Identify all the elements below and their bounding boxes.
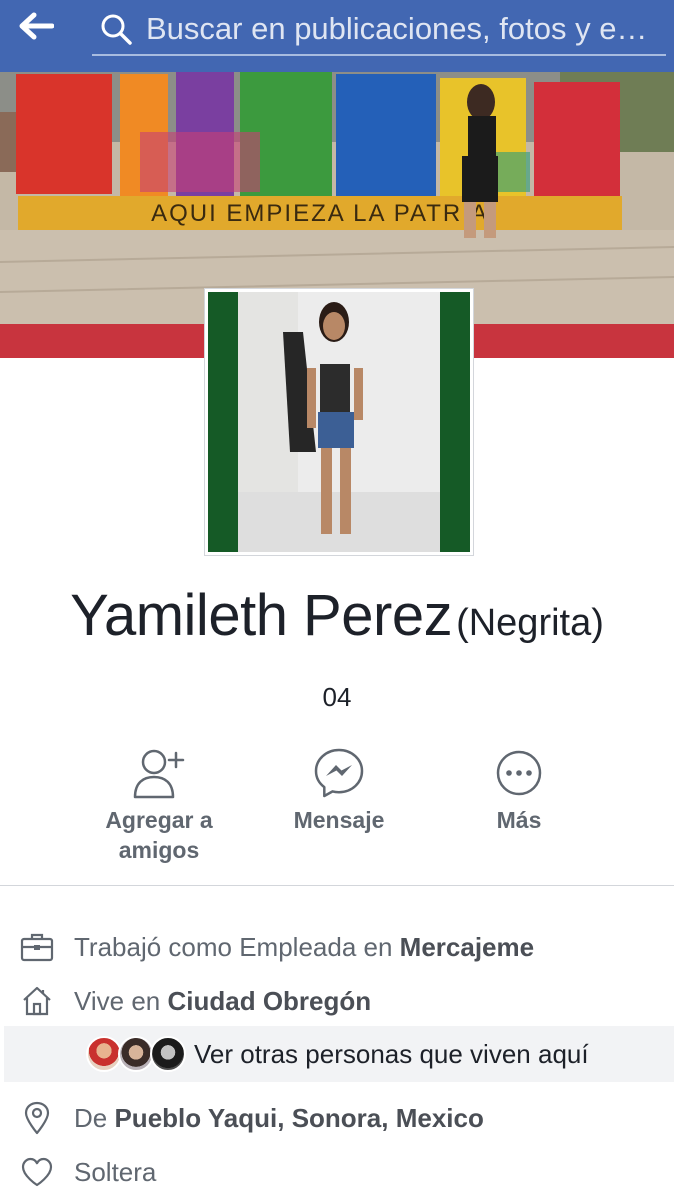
avatar [150, 1036, 186, 1072]
work-info: Trabajó como Empleada en Mercajeme [0, 920, 674, 974]
avatar [118, 1036, 154, 1072]
work-prefix: Trabajó como Empleada en [74, 931, 400, 962]
message-button[interactable]: Mensaje [249, 742, 429, 834]
search-input[interactable]: Buscar en publicaciones, fotos y e… [92, 4, 666, 56]
more-icon [496, 750, 542, 796]
action-bar: Agregar a amigos Mensaje Más [0, 742, 674, 872]
profile-photo[interactable] [204, 288, 474, 556]
profile-name: Yamileth Perez [70, 583, 453, 648]
from-prefix: De [74, 1102, 115, 1133]
location-pin-icon [24, 1101, 50, 1135]
add-friend-label-line1: Agregar a [105, 807, 213, 833]
briefcase-icon [20, 933, 54, 962]
add-friend-icon [133, 749, 185, 799]
hometown-info: De Pueblo Yaqui, Sonora, Mexico [0, 1091, 674, 1145]
lives-place[interactable]: Ciudad Obregón [167, 986, 371, 1016]
profile-tagline: 04 [322, 682, 352, 712]
messenger-icon [314, 748, 364, 798]
residents-link-text: Ver otras personas que viven aquí [194, 1038, 589, 1069]
relationship-info: Soltera [0, 1145, 674, 1197]
message-label: Mensaje [293, 807, 385, 833]
alternate-name: (Negrita) [456, 602, 604, 644]
add-friend-label-line2: amigos [118, 837, 200, 863]
work-place[interactable]: Mercajeme [400, 932, 534, 962]
lives-in-info: Vive en Ciudad Obregón [0, 974, 674, 1028]
top-bar: Buscar en publicaciones, fotos y e… [0, 0, 674, 72]
profile-name-row: Yamileth Perez (Negrita) [0, 582, 674, 649]
home-icon [23, 986, 51, 1016]
heart-icon [21, 1157, 53, 1187]
arrow-left-icon [19, 12, 54, 40]
avatar [86, 1036, 122, 1072]
resident-avatars [86, 1036, 186, 1072]
cover-sign-text: AQUI EMPIEZA LA PATRIA [151, 200, 489, 227]
add-friend-button[interactable]: Agregar a amigos [69, 742, 249, 864]
relationship-status: Soltera [74, 1156, 157, 1187]
search-placeholder: Buscar en publicaciones, fotos y e… [146, 11, 648, 46]
residents-link[interactable]: Ver otras personas que viven aquí [4, 1026, 674, 1082]
from-place[interactable]: Pueblo Yaqui, Sonora, Mexico [114, 1103, 483, 1133]
more-button[interactable]: Más [429, 742, 609, 834]
section-divider [0, 885, 674, 886]
back-button[interactable] [12, 8, 60, 44]
lives-prefix: Vive en [74, 985, 168, 1016]
search-icon [96, 9, 136, 49]
more-label: Más [496, 807, 542, 833]
